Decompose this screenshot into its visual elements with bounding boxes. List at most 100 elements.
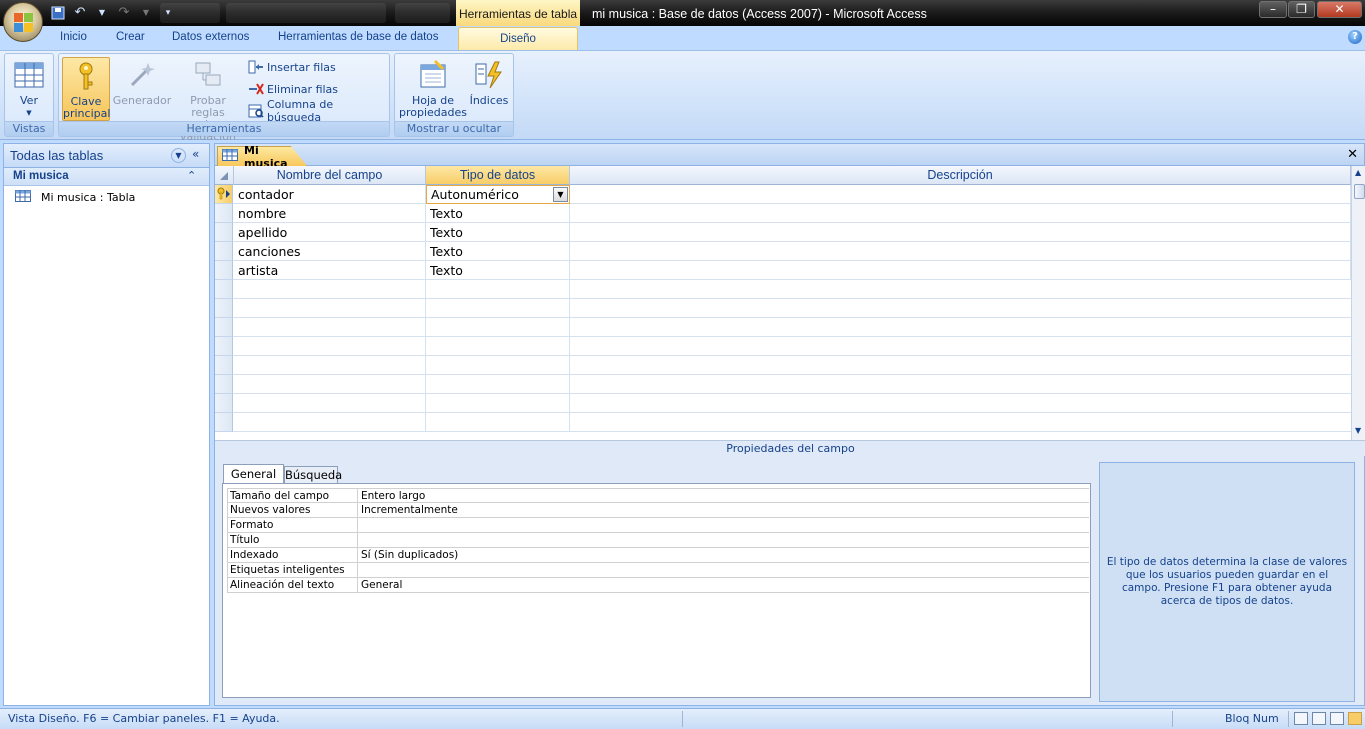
data-type-select[interactable]: Autonumérico ▼ [426, 185, 570, 204]
field-name-cell[interactable]: nombre [234, 204, 426, 223]
description-cell[interactable] [570, 223, 1351, 242]
table-row[interactable]: apellido Texto [215, 223, 1351, 242]
property-value[interactable]: Entero largo [361, 489, 425, 504]
empty-row[interactable] [215, 375, 1351, 394]
description-cell[interactable] [570, 261, 1351, 280]
office-button[interactable] [3, 2, 43, 42]
field-name-cell[interactable]: canciones [234, 242, 426, 261]
property-row[interactable]: Indexado Sí (Sin duplicados) [227, 548, 1089, 563]
field-name-cell[interactable]: apellido [234, 223, 426, 242]
empty-row[interactable] [215, 394, 1351, 413]
empty-row[interactable] [215, 280, 1351, 299]
eliminar-filas-button[interactable]: Eliminar filas [248, 80, 338, 98]
undo-icon[interactable]: ↶ [72, 5, 88, 21]
property-row[interactable]: Alineación del texto General [227, 578, 1089, 593]
data-type-cell[interactable]: Texto [426, 223, 570, 242]
data-type-cell[interactable]: Texto [426, 261, 570, 280]
chevron-down-icon[interactable]: ▼ [553, 187, 568, 202]
select-all-cell[interactable] [215, 166, 234, 185]
data-type-cell[interactable]: Texto [426, 204, 570, 223]
column-header-descripcion[interactable]: Descripción [570, 166, 1351, 185]
property-value[interactable]: Incrementalmente [361, 503, 458, 518]
property-row[interactable]: Etiquetas inteligentes [227, 563, 1089, 578]
property-row[interactable]: Tamaño del campo Entero largo [227, 488, 1089, 504]
property-label: Nuevos valores [227, 503, 358, 518]
hoja-propiedades-button[interactable]: Hoja de propiedades [398, 57, 468, 119]
undo-dropdown-icon[interactable]: ▼ [94, 5, 110, 21]
chevron-down-icon[interactable]: ▼ [171, 148, 186, 163]
indices-button[interactable]: Índices [468, 57, 510, 107]
pivottable-view-icon[interactable] [1312, 712, 1326, 725]
ver-button[interactable]: Ver ▼ [7, 57, 51, 119]
ver-label: Ver [20, 94, 38, 107]
property-value[interactable]: General [361, 578, 402, 593]
datasheet-view-icon[interactable] [1294, 712, 1308, 725]
close-button[interactable]: ✕ [1317, 1, 1362, 18]
indices-label: Índices [469, 94, 509, 107]
property-row[interactable]: Formato [227, 518, 1089, 533]
description-cell[interactable] [570, 242, 1351, 261]
minimize-button[interactable]: – [1259, 1, 1287, 18]
clave-label-2: principal [63, 107, 111, 120]
insertar-filas-button[interactable]: Insertar filas [248, 58, 336, 76]
ribbon-tab-row: Inicio Crear Datos externos Herramientas… [0, 26, 1365, 51]
row-selector[interactable] [215, 204, 233, 223]
table-row[interactable]: contador Autonumérico ▼ [215, 185, 1351, 204]
property-sheet-icon [417, 59, 449, 91]
vertical-scrollbar[interactable]: ▲ ▼ [1351, 166, 1365, 440]
description-cell[interactable] [570, 204, 1351, 223]
tab-inicio[interactable]: Inicio [60, 31, 87, 50]
empty-row[interactable] [215, 299, 1351, 318]
scroll-thumb[interactable] [1354, 184, 1365, 199]
row-selector[interactable] [215, 185, 233, 204]
maximize-button[interactable]: ❐ [1288, 1, 1315, 18]
column-header-nombre[interactable]: Nombre del campo [234, 166, 426, 185]
status-separator [682, 711, 683, 727]
empty-row[interactable] [215, 356, 1351, 375]
nav-item-label: Mi musica : Tabla [41, 190, 136, 204]
nav-group-header[interactable]: Mi musica ⌃ [4, 168, 209, 186]
navigation-pane: Todas las tablas ▼ « Mi musica ⌃ Mi musi… [3, 143, 210, 706]
columna-busqueda-button[interactable]: Columna de búsqueda [248, 98, 389, 124]
column-header-tipo[interactable]: Tipo de datos [426, 166, 570, 185]
property-row[interactable]: Título [227, 533, 1089, 548]
design-view-icon[interactable] [1348, 712, 1362, 725]
scroll-up-icon[interactable]: ▲ [1355, 168, 1361, 177]
data-type-cell[interactable]: Texto [426, 242, 570, 261]
property-value[interactable]: Sí (Sin duplicados) [361, 548, 458, 563]
close-document-icon[interactable]: ✕ [1347, 147, 1358, 162]
empty-row[interactable] [215, 337, 1351, 356]
nav-header[interactable]: Todas las tablas ▼ « [4, 144, 209, 168]
tab-datos-externos[interactable]: Datos externos [172, 31, 249, 50]
property-row[interactable]: Nuevos valores Incrementalmente [227, 503, 1089, 518]
field-name-cell[interactable]: contador [234, 185, 426, 204]
table-view-icon [13, 59, 45, 91]
tab-busqueda[interactable]: Búsqueda [284, 466, 342, 484]
empty-row[interactable] [215, 413, 1351, 432]
save-icon[interactable] [50, 5, 66, 21]
empty-row[interactable] [215, 318, 1351, 337]
tab-general[interactable]: General [223, 464, 284, 484]
table-row[interactable]: nombre Texto [215, 204, 1351, 223]
validation-rules-icon [192, 59, 224, 91]
tab-diseno[interactable]: Diseño [458, 27, 578, 51]
clave-principal-button[interactable]: Clave principal [62, 57, 110, 121]
scroll-down-icon[interactable]: ▼ [1355, 426, 1361, 435]
collapse-pane-icon[interactable]: « [192, 147, 199, 161]
row-selector[interactable] [215, 223, 233, 242]
field-name-cell[interactable]: artista [234, 261, 426, 280]
redo-dropdown-icon: ▼ [142, 8, 150, 17]
row-selector[interactable] [215, 242, 233, 261]
help-icon[interactable]: ? [1348, 30, 1362, 44]
nav-item-mi-musica-tabla[interactable]: Mi musica : Tabla [15, 189, 135, 205]
row-selector[interactable] [215, 261, 233, 280]
tab-herramientas-bd[interactable]: Herramientas de base de datos [278, 31, 438, 50]
document-tab[interactable]: Mi musica [217, 146, 307, 166]
table-row[interactable]: artista Texto [215, 261, 1351, 280]
description-cell[interactable] [570, 185, 1351, 204]
chevron-up-icon[interactable]: ⌃ [187, 169, 196, 182]
table-row[interactable]: canciones Texto [215, 242, 1351, 261]
pivotchart-view-icon[interactable] [1330, 712, 1344, 725]
tab-crear[interactable]: Crear [116, 31, 145, 50]
context-title: Herramientas de tabla [456, 0, 580, 26]
